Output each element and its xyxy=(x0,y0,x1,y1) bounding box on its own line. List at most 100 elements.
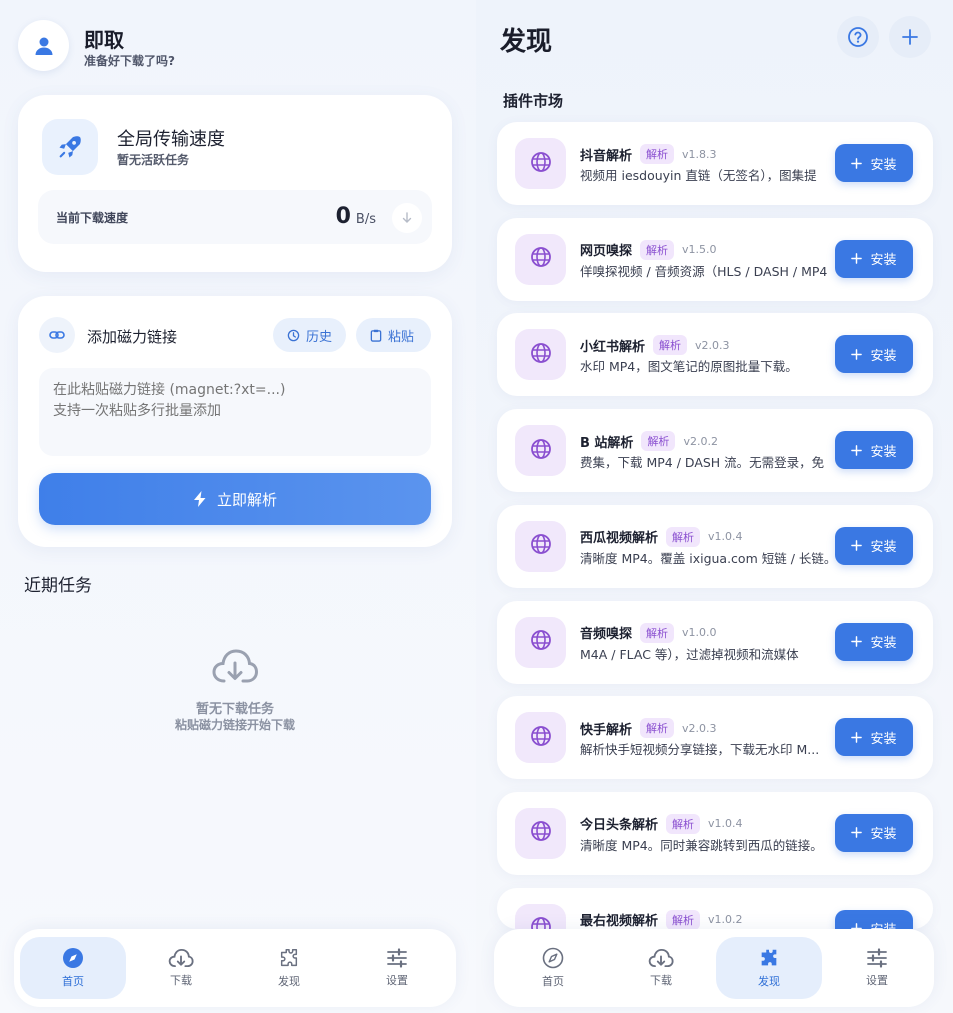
plugin-version: v1.0.0 xyxy=(682,626,717,639)
link-icon xyxy=(49,331,65,339)
plugin-description: 佯嗅探视频 / 音频资源（HLS / DASH / MP4 xyxy=(580,263,828,279)
plugin-version: v1.8.3 xyxy=(682,147,717,161)
plugin-icon-box xyxy=(515,233,566,285)
globe-icon xyxy=(530,151,552,177)
plus-icon xyxy=(851,349,863,360)
plugin-card[interactable]: B 站解析 解析 v2.0.2 费集，下载 MP4 / DASH 流。无需登录，免 安装 xyxy=(497,409,933,493)
plugin-card[interactable]: 小红书解析 解析 v2.0.3 水印 MP4，图文笔记的原图批量下载。 安装 xyxy=(497,313,933,397)
speed-card: 全局传输速度 暂无活跃任务 当前下载速度 0 B/s xyxy=(18,95,452,272)
plugin-icon-box xyxy=(515,903,566,929)
install-button[interactable]: 安装 xyxy=(835,718,913,757)
plugin-card[interactable]: 快手解析 解析 v2.0.3 解析快手短视频分享链接，下载无水印 M... 安装 xyxy=(497,696,933,780)
history-button[interactable]: 历史 xyxy=(273,318,346,352)
cloud-download-icon xyxy=(168,948,194,968)
lightning-icon xyxy=(193,491,206,507)
nav-settings[interactable]: 设置 xyxy=(824,937,930,999)
plugin-header: 小红书解析 解析 v2.0.3 xyxy=(580,335,730,356)
add-button[interactable] xyxy=(889,16,931,58)
clipboard-icon xyxy=(370,329,382,342)
empty-state-title: 暂无下载任务 xyxy=(195,702,274,717)
nav-home[interactable]: 首页 xyxy=(20,937,126,999)
plugin-card[interactable]: 网页嗅探 解析 v1.5.0 佯嗅探视频 / 音频资源（HLS / DASH / MP… xyxy=(497,217,933,301)
page-title: 发现 xyxy=(500,27,553,57)
plugin-tag: 解析 xyxy=(666,909,701,929)
plugin-name: 快手解析 xyxy=(580,722,633,738)
cloud-download-icon xyxy=(648,948,674,968)
nav-discover[interactable]: 发现 xyxy=(236,937,342,999)
help-button[interactable] xyxy=(837,16,879,58)
paste-button[interactable]: 粘贴 xyxy=(356,318,431,352)
plugin-card[interactable]: 西瓜视频解析 解析 v1.0.4 清晰度 MP4。覆盖 ixigua.com 短链 /… xyxy=(497,504,933,588)
plugin-icon-box xyxy=(515,616,566,668)
install-label: 安装 xyxy=(870,636,897,651)
plus-icon xyxy=(851,827,863,839)
nav-download[interactable]: 下载 xyxy=(128,937,234,999)
plugin-description: 解析快手短视频分享链接，下载无水印 M... xyxy=(580,742,820,758)
nav-download[interactable]: 下载 xyxy=(608,937,714,999)
install-button[interactable]: 安装 xyxy=(835,431,913,470)
globe-icon xyxy=(530,629,552,655)
plugin-name: 网页嗅探 xyxy=(580,244,633,260)
plugin-card[interactable]: 今日头条解析 解析 v1.0.4 清晰度 MP4。同时兼容跳转到西瓜的链接。 安装 xyxy=(497,791,933,875)
install-button[interactable]: 安装 xyxy=(835,526,913,565)
speed-down-indicator xyxy=(392,203,422,233)
nav-settings-label: 设置 xyxy=(866,974,888,987)
bottom-nav: 首页 下载 发现 设置 xyxy=(14,929,456,1007)
plugin-icon-box xyxy=(515,807,566,859)
nav-home-label: 首页 xyxy=(542,975,564,988)
plus-icon xyxy=(851,636,863,647)
nav-discover[interactable]: 发现 xyxy=(716,937,822,999)
nav-home[interactable]: 首页 xyxy=(500,937,606,999)
install-button[interactable]: 安装 xyxy=(835,813,913,852)
parse-now-button[interactable]: 立即解析 xyxy=(39,473,431,525)
parse-now-label: 立即解析 xyxy=(216,490,277,509)
plugin-header: 抖音解析 解析 v1.8.3 xyxy=(580,144,717,164)
plugin-version: v1.5.0 xyxy=(682,243,717,257)
install-button[interactable]: 安装 xyxy=(835,239,913,278)
install-button[interactable]: 安装 xyxy=(835,622,913,661)
plus-icon xyxy=(851,444,863,456)
globe-icon xyxy=(530,820,552,846)
plugin-card[interactable]: 音频嗅探 解析 v1.0.0 M4A / FLAC 等），过滤掉视频和流媒体 安装 xyxy=(497,600,933,684)
history-label: 历史 xyxy=(306,329,333,345)
avatar[interactable] xyxy=(18,20,69,71)
plugin-description: 清晰度 MP4。覆盖 ixigua.com 短链 / 长链。 xyxy=(580,550,830,566)
plugin-version: v1.0.2 xyxy=(708,913,743,927)
nav-discover-label: 发现 xyxy=(278,975,300,988)
plus-icon xyxy=(851,540,863,552)
install-label: 安装 xyxy=(870,827,897,843)
plugin-version: v2.0.2 xyxy=(683,434,718,448)
plugin-tag: 解析 xyxy=(640,144,675,164)
install-label: 安装 xyxy=(870,253,897,269)
magnet-input[interactable] xyxy=(39,368,431,456)
install-button[interactable]: 安装 xyxy=(835,144,913,182)
plugin-icon-box xyxy=(515,425,566,477)
globe-icon xyxy=(530,438,552,464)
plugin-name: 西瓜视频解析 xyxy=(580,531,659,547)
globe-icon xyxy=(530,916,552,929)
plugin-header: 音频嗅探 解析 v1.0.0 xyxy=(580,622,717,643)
link-icon-box xyxy=(39,317,75,353)
plugin-market-title: 插件市场 xyxy=(503,92,564,110)
install-label: 安装 xyxy=(870,919,896,929)
install-button[interactable]: 安装 xyxy=(835,909,913,929)
sliders-icon xyxy=(387,948,407,968)
plugin-header: 今日头条解析 解析 v1.0.4 xyxy=(580,813,743,834)
plugin-card[interactable]: 抖音解析 解析 v1.8.3 视频用 iesdouyin 直链（无签名），图集提 安装 xyxy=(497,122,933,205)
nav-discover-label: 发现 xyxy=(758,975,780,988)
plus-icon xyxy=(902,29,918,45)
install-button[interactable]: 安装 xyxy=(835,335,913,374)
plugin-tag: 解析 xyxy=(666,526,701,547)
plugin-card[interactable]: 最右视频解析解析 v1.0.2 安装 xyxy=(497,887,933,929)
plugin-tag: 解析 xyxy=(641,431,676,452)
plugin-tag: 解析 xyxy=(640,718,675,739)
plugin-header: 快手解析 解析 v2.0.3 xyxy=(580,718,717,739)
plugin-version: v2.0.3 xyxy=(682,721,717,735)
plugin-description: 水印 MP4，图文笔记的原图批量下载。 xyxy=(580,359,798,375)
plugin-version: v1.0.4 xyxy=(708,817,743,831)
plugin-header: B 站解析 解析 v2.0.2 xyxy=(580,431,718,452)
nav-settings[interactable]: 设置 xyxy=(344,937,450,999)
install-label: 安装 xyxy=(870,731,897,747)
plugin-name: 最右视频解析 xyxy=(580,914,659,929)
rocket-icon-box xyxy=(42,119,98,175)
